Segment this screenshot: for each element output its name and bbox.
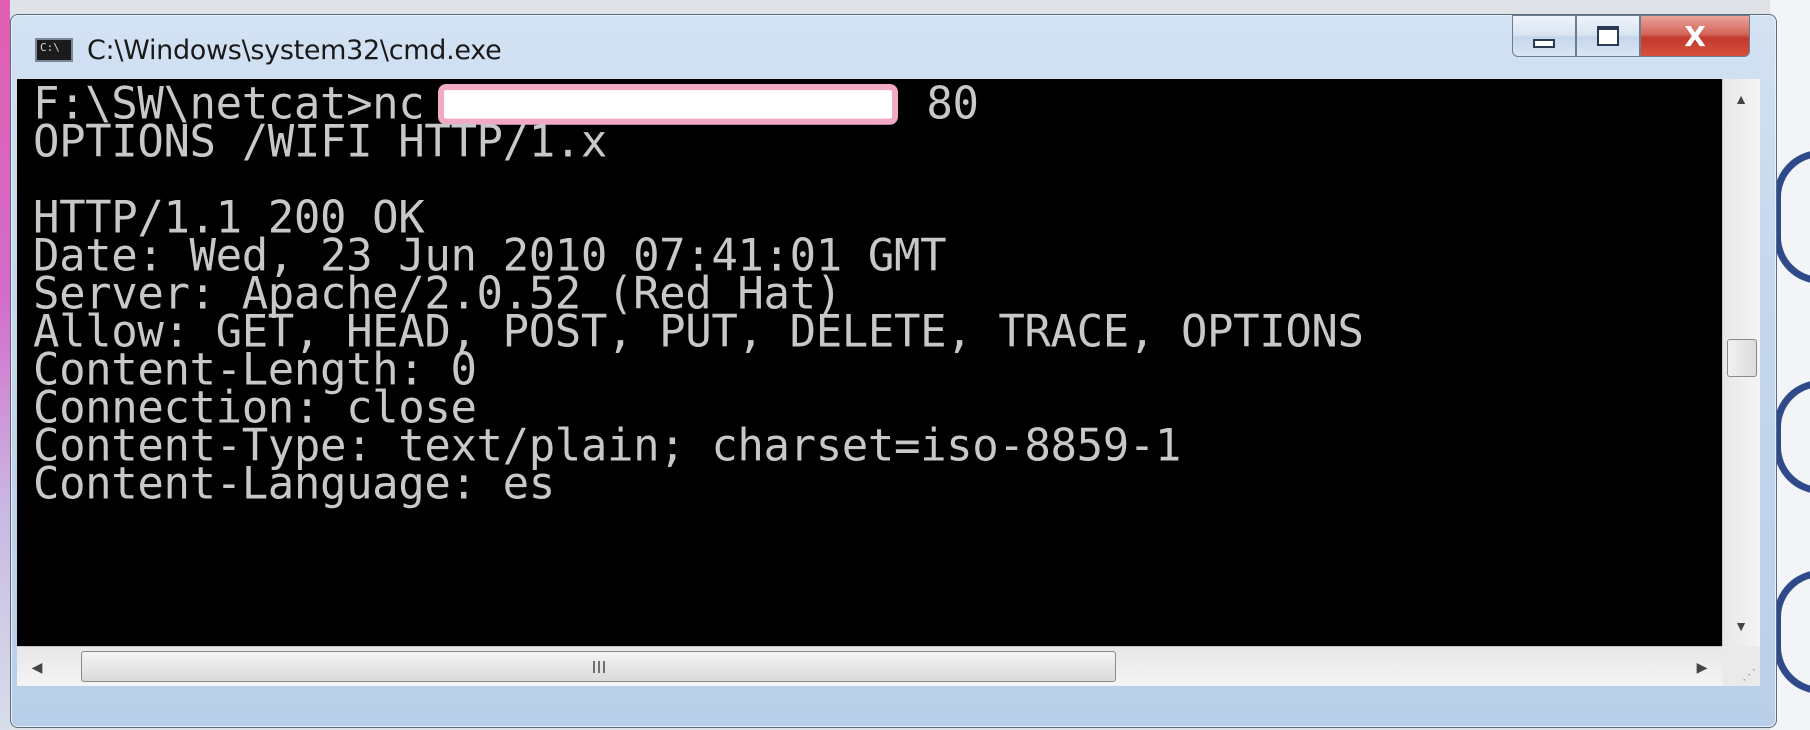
background-arc-decoration (1774, 150, 1810, 284)
console-line: OPTIONS /WIFI HTTP/1.x (33, 115, 607, 168)
scroll-up-arrow-icon[interactable]: ▲ (1723, 79, 1759, 119)
console-lines: F:\SW\netcat>nc 80 OPTIONS /WIFI HTTP/1.x … (17, 79, 1722, 510)
title-bar[interactable]: C:\Windows\system32\cmd.exe X (11, 15, 1776, 85)
console-line: Content-Language: es (33, 457, 555, 510)
scroll-grip-icon (592, 660, 605, 673)
caption-buttons: X (1512, 15, 1750, 59)
window-title: C:\Windows\system32\cmd.exe (87, 34, 502, 66)
scroll-left-arrow-icon[interactable]: ◀ (17, 647, 57, 687)
resize-grip-icon[interactable]: ⋰ (1722, 646, 1760, 686)
scroll-right-arrow-icon[interactable]: ▶ (1682, 647, 1722, 687)
close-icon: X (1684, 19, 1706, 53)
maximize-button[interactable] (1576, 15, 1640, 57)
maximize-icon (1597, 26, 1619, 46)
background-arc-decoration (1774, 380, 1810, 494)
background-slide-left (0, 0, 10, 730)
background-arc-decoration (1774, 570, 1810, 694)
vertical-scroll-thumb[interactable] (1727, 339, 1757, 377)
horizontal-scroll-thumb[interactable] (81, 651, 1116, 682)
minimize-icon (1533, 38, 1555, 48)
console-output[interactable]: F:\SW\netcat>nc 80 OPTIONS /WIFI HTTP/1.x … (17, 79, 1722, 646)
close-button[interactable]: X (1640, 15, 1750, 57)
scroll-down-arrow-icon[interactable]: ▼ (1723, 606, 1759, 646)
horizontal-scrollbar[interactable]: ◀ ▶ (17, 646, 1722, 686)
vertical-scrollbar[interactable]: ▲ ▼ (1722, 79, 1760, 646)
minimize-button[interactable] (1512, 15, 1576, 57)
cmd-console-icon[interactable] (35, 38, 73, 62)
